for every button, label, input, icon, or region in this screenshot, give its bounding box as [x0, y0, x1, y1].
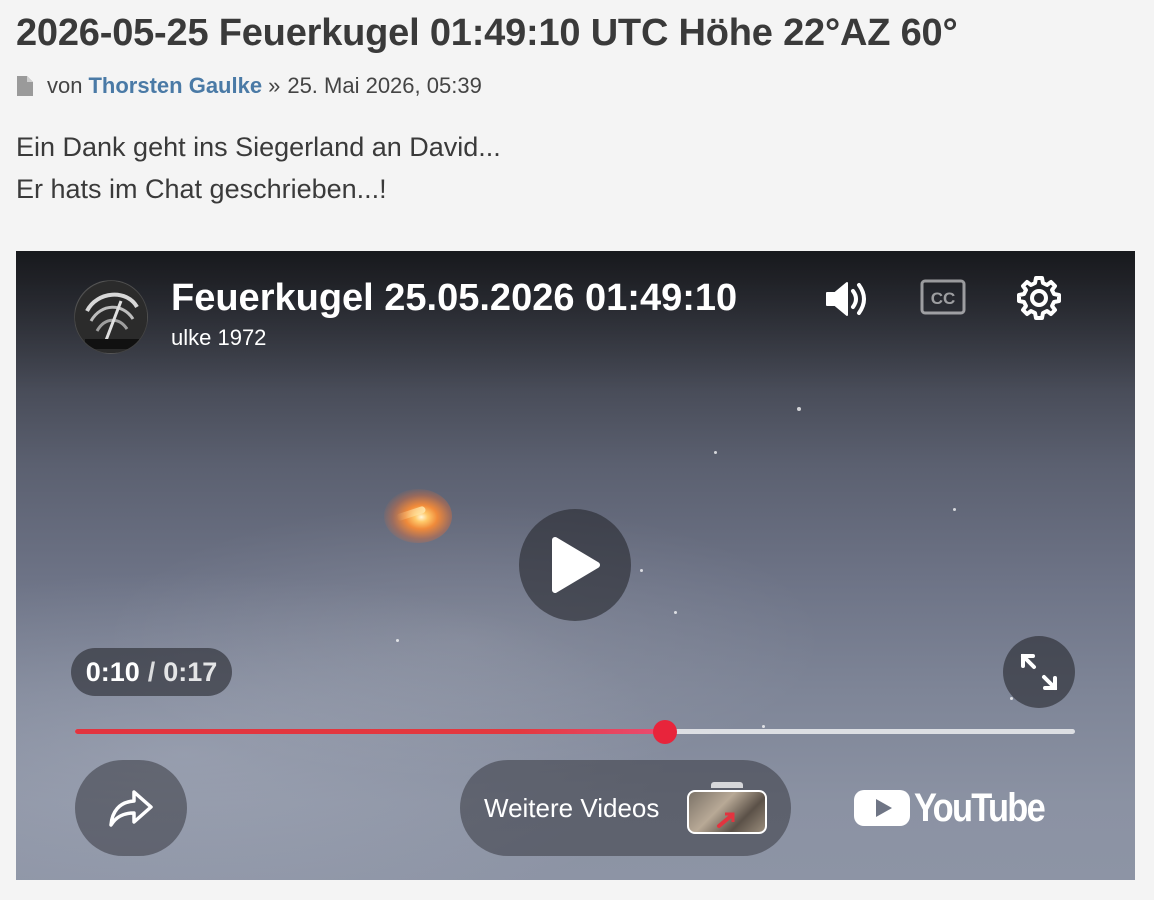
thumbnail-stack — [711, 782, 743, 788]
star — [762, 725, 765, 728]
star — [953, 508, 956, 511]
body-line: Er hats im Chat geschrieben...! — [16, 174, 387, 204]
time-separator: / — [147, 656, 156, 687]
more-videos-button[interactable]: Weitere Videos — [460, 760, 791, 856]
youtube-logo[interactable]: YouTube — [854, 785, 1065, 830]
cc-label: CC — [931, 289, 956, 308]
video-title[interactable]: Feuerkugel 25.05.2026 01:49:10 — [171, 273, 783, 323]
progress-scrubber[interactable] — [653, 720, 677, 744]
meta-separator: » — [268, 73, 281, 98]
author-link[interactable]: Thorsten Gaulke — [88, 73, 262, 99]
progress-bar[interactable] — [75, 720, 1075, 744]
post-meta: von Thorsten Gaulke » 25. Mai 2026, 05:3… — [16, 72, 482, 100]
more-videos-label: Weitere Videos — [484, 792, 660, 823]
progress-played — [75, 729, 665, 734]
more-videos-thumbnail — [687, 782, 767, 834]
document-icon — [17, 76, 33, 96]
time-display: 0:10 / 0:17 — [71, 648, 232, 696]
video-player[interactable]: Feuerkugel 25.05.2026 01:49:10 ulke 1972… — [16, 251, 1135, 880]
meta-prefix: von — [47, 73, 83, 98]
post-date: 25. Mai 2026, 05:39 — [287, 73, 482, 98]
play-button[interactable] — [519, 509, 631, 621]
volume-icon[interactable] — [822, 277, 872, 321]
play-icon — [552, 537, 600, 593]
star — [640, 569, 643, 572]
share-button[interactable] — [75, 760, 187, 856]
gear-icon[interactable] — [1016, 275, 1062, 321]
share-icon — [109, 790, 153, 827]
star — [714, 451, 717, 454]
youtube-wordmark: YouTube — [914, 785, 1046, 830]
cc-icon[interactable]: CC — [920, 279, 966, 315]
youtube-play-icon — [854, 790, 910, 826]
current-time: 0:10 — [85, 656, 140, 687]
total-time: 0:17 — [163, 656, 218, 687]
star — [396, 639, 399, 642]
star — [674, 611, 677, 614]
fullscreen-button[interactable] — [1003, 636, 1075, 708]
channel-name[interactable]: ulke 1972 — [171, 325, 266, 351]
channel-avatar[interactable] — [74, 280, 148, 354]
avatar-logo — [75, 281, 147, 353]
post-title: 2026-05-25 Feuerkugel 01:49:10 UTC Höhe … — [16, 12, 958, 54]
body-line: Ein Dank geht ins Siegerland an David... — [16, 132, 501, 162]
fireball — [384, 489, 452, 543]
star — [797, 407, 801, 411]
fullscreen-icon — [1021, 654, 1057, 690]
post-body: Ein Dank geht ins Siegerland an David...… — [16, 126, 501, 210]
